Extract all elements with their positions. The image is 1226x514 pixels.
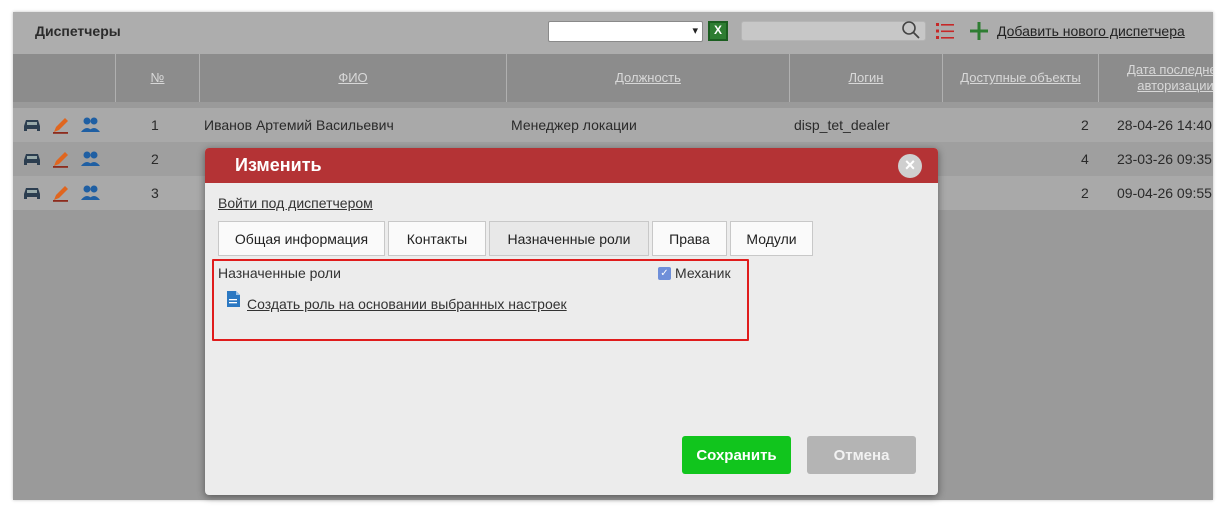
page-title: Диспетчеры [35, 23, 121, 39]
tab-rights[interactable]: Права [652, 221, 727, 256]
users-icon[interactable] [79, 183, 101, 203]
row-actions [21, 183, 106, 203]
pencil-icon[interactable] [50, 183, 72, 203]
column-header-last-login[interactable]: Дата последней авторизации [1098, 54, 1213, 102]
cell-objects: 2 [1081, 117, 1089, 133]
annotation-highlight-box [212, 259, 749, 341]
chevron-down-icon: ▾ [692, 25, 698, 37]
modal-header: Изменить × [205, 148, 938, 183]
cell-last-login: 23-03-26 09:35 [1117, 151, 1212, 167]
row-actions [21, 115, 106, 135]
column-header-number[interactable]: № [115, 54, 199, 102]
cell-objects: 4 [1081, 151, 1089, 167]
login-as-dispatcher-link[interactable]: Войти под диспетчером [218, 195, 373, 211]
column-header-position[interactable]: Должность [506, 54, 789, 102]
cell-last-login: 28-04-26 14:40 [1117, 117, 1212, 133]
tab-modules[interactable]: Модули [730, 221, 813, 256]
filter-select[interactable]: ▾ [548, 21, 703, 42]
list-icon[interactable] [935, 21, 955, 41]
cell-last-login: 09-04-26 09:55 [1117, 185, 1212, 201]
cell-login: disp_tet_dealer [794, 117, 890, 133]
row-actions [21, 149, 106, 169]
add-dispatcher-link[interactable]: Добавить нового диспетчера [997, 23, 1185, 39]
close-icon[interactable]: × [898, 154, 922, 178]
save-button[interactable]: Сохранить [682, 436, 791, 474]
pencil-icon[interactable] [50, 115, 72, 135]
table-row[interactable]: 1 Иванов Артемий Васильевич Менеджер лок… [13, 108, 1213, 142]
tab-contacts[interactable]: Контакты [388, 221, 486, 256]
column-header-objects[interactable]: Доступные объекты [942, 54, 1098, 102]
column-header-actions [13, 54, 115, 102]
car-icon[interactable] [21, 183, 43, 203]
tab-assigned-roles[interactable]: Назначенные роли [489, 221, 649, 256]
cell-number: 3 [151, 185, 159, 201]
car-icon[interactable] [21, 115, 43, 135]
plus-icon[interactable] [968, 20, 990, 42]
cell-number: 1 [151, 117, 159, 133]
toolbar: Диспетчеры ▾ X Добавить нового диспетчер… [13, 12, 1213, 54]
cell-number: 2 [151, 151, 159, 167]
cell-objects: 2 [1081, 185, 1089, 201]
users-icon[interactable] [79, 115, 101, 135]
table-header: № ФИО Должность Логин Доступные объекты … [13, 54, 1213, 102]
pencil-icon[interactable] [50, 149, 72, 169]
modal-title: Изменить [235, 155, 322, 175]
search-icon[interactable] [901, 20, 921, 40]
cancel-button[interactable]: Отмена [807, 436, 916, 474]
users-icon[interactable] [79, 149, 101, 169]
excel-icon[interactable]: X [708, 21, 728, 41]
cell-fio: Иванов Артемий Васильевич [204, 117, 394, 133]
car-icon[interactable] [21, 149, 43, 169]
column-header-fio[interactable]: ФИО [199, 54, 506, 102]
column-header-login[interactable]: Логин [789, 54, 942, 102]
search-input[interactable] [741, 21, 926, 41]
cell-position: Менеджер локации [511, 117, 637, 133]
tab-general-info[interactable]: Общая информация [218, 221, 385, 256]
